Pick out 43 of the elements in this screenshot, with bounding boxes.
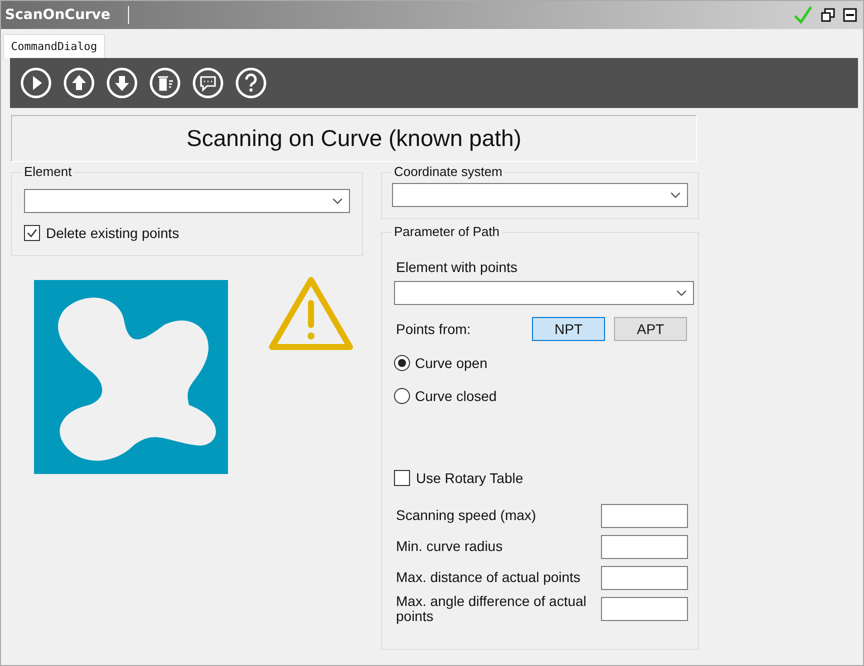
- field-label: Max. angle difference of actual points: [395, 594, 588, 624]
- field-label: Points from:: [396, 321, 471, 337]
- chevron-down-icon: [670, 192, 681, 198]
- dropdown[interactable]: [392, 183, 688, 207]
- checkmark-icon: [26, 227, 38, 239]
- window-title: ScanOnCurve: [5, 7, 110, 23]
- checkbox-label: Delete existing points: [46, 225, 180, 241]
- play-icon[interactable]: [20, 67, 52, 99]
- tab[interactable]: CommandDialog: [3, 34, 106, 58]
- arrow-up-icon[interactable]: [63, 67, 95, 99]
- field-label: Max. distance of actual points: [395, 570, 582, 585]
- chevron-down-icon: [676, 290, 687, 296]
- input-field[interactable]: [601, 504, 688, 528]
- checkbox[interactable]: [24, 225, 40, 241]
- dialog-heading: Scanning on Curve (known path): [11, 115, 697, 162]
- help-icon[interactable]: [235, 67, 267, 99]
- arrow-down-icon[interactable]: [106, 67, 138, 99]
- toggle-button[interactable]: APT: [614, 317, 687, 341]
- group-label: Coordinate system: [392, 164, 504, 179]
- radio-label: Curve open: [415, 355, 488, 371]
- field-label: Min. curve radius: [395, 539, 504, 554]
- checkmark-icon[interactable]: [793, 5, 813, 25]
- dropdown[interactable]: [394, 281, 694, 305]
- input-field[interactable]: [601, 534, 688, 558]
- toggle-button[interactable]: NPT: [532, 317, 605, 341]
- trash-icon[interactable]: [149, 67, 181, 99]
- restore-icon[interactable]: [821, 8, 835, 22]
- radio-button[interactable]: [394, 388, 410, 404]
- group-label: Parameter of Path: [392, 224, 502, 239]
- radio-label: Curve closed: [415, 388, 497, 404]
- checkbox-label: Use Rotary Table: [416, 470, 524, 486]
- field-label: Element with points: [396, 259, 518, 275]
- comment-icon[interactable]: [192, 67, 224, 99]
- chevron-down-icon: [332, 198, 343, 204]
- input-field[interactable]: [601, 566, 688, 590]
- checkbox[interactable]: [394, 470, 410, 486]
- input-field[interactable]: [601, 596, 688, 620]
- field-label: Scanning speed (max): [395, 508, 538, 523]
- group-label: Element: [22, 164, 74, 179]
- minimize-icon[interactable]: [843, 8, 857, 22]
- radio-button[interactable]: [394, 355, 410, 371]
- dropdown[interactable]: [24, 189, 350, 213]
- warning-icon: [268, 276, 354, 352]
